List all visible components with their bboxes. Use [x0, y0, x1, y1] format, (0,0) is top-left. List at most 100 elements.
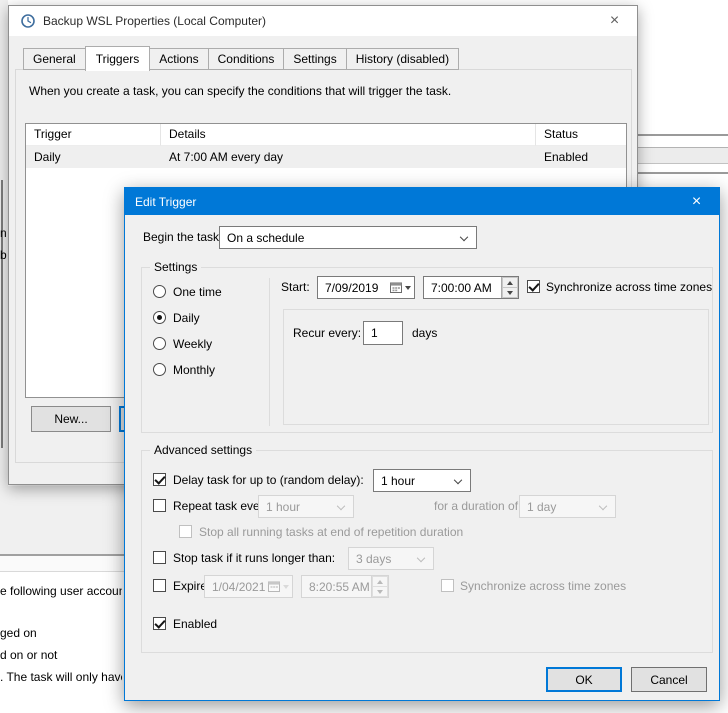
duration-select[interactable]: 1 day	[519, 495, 616, 518]
radio-one-time[interactable]	[153, 285, 166, 298]
cancel-button[interactable]: Cancel	[631, 667, 707, 692]
main-window-light-band	[0, 556, 124, 571]
recur-unit-label: days	[412, 326, 437, 340]
dropdown-arrow-icon	[405, 286, 411, 290]
recur-every-input[interactable]: 1	[363, 321, 403, 345]
radio-one-time-label[interactable]: One time	[173, 285, 222, 299]
repeat-task-checkbox[interactable]	[153, 499, 166, 512]
tab-general[interactable]: General	[23, 48, 86, 70]
chevron-down-icon	[460, 232, 468, 240]
expire-time-value: 8:20:55 AM	[302, 576, 371, 597]
sync-timezones-label[interactable]: Synchronize across time zones	[546, 280, 712, 294]
close-icon[interactable]: ×	[592, 6, 637, 36]
properties-title: Backup WSL Properties (Local Computer)	[9, 14, 266, 28]
stop-all-tasks-checkbox[interactable]	[179, 525, 192, 538]
delay-task-value: 1 hour	[381, 474, 415, 488]
settings-group-label: Settings	[150, 260, 201, 274]
expire-sync-label: Synchronize across time zones	[460, 579, 626, 593]
start-time-spinner[interactable]: 7:00:00 AM	[423, 276, 519, 299]
properties-titlebar[interactable]: Backup WSL Properties (Local Computer) ×	[9, 6, 637, 36]
duration-label: for a duration of:	[434, 499, 521, 513]
radio-daily-label[interactable]: Daily	[173, 311, 200, 325]
calendar-icon	[265, 576, 292, 597]
column-header-details[interactable]: Details	[161, 124, 536, 146]
main-window-pane-divider	[1, 180, 3, 448]
stop-task-select[interactable]: 3 days	[348, 547, 434, 570]
details-pane-text: ged on	[0, 626, 122, 640]
start-date-picker[interactable]: 7/09/2019	[317, 276, 415, 299]
repeat-interval-select[interactable]: 1 hour	[258, 495, 354, 518]
begin-task-label: Begin the task:	[143, 230, 222, 244]
column-header-trigger[interactable]: Trigger	[26, 124, 161, 146]
stop-task-value: 3 days	[356, 552, 391, 566]
tab-conditions[interactable]: Conditions	[208, 48, 285, 70]
background-text-fragment: n	[0, 226, 7, 240]
tab-triggers[interactable]: Triggers	[85, 46, 151, 71]
table-row[interactable]: Daily At 7:00 AM every day Enabled	[26, 146, 626, 168]
triggers-description: When you create a task, you can specify …	[29, 84, 451, 98]
tab-settings[interactable]: Settings	[283, 48, 346, 70]
radio-weekly[interactable]	[153, 337, 166, 350]
tab-actions[interactable]: Actions	[149, 48, 208, 70]
spinner	[501, 277, 518, 298]
main-window-lower-band	[0, 486, 124, 554]
column-header-status[interactable]: Status	[536, 124, 626, 146]
delay-task-select[interactable]: 1 hour	[373, 469, 471, 492]
task-details-pane: e following user accoun ged on d on or n…	[0, 572, 124, 713]
table-header-row: Trigger Details Status	[26, 124, 626, 146]
calendar-icon[interactable]	[386, 277, 414, 298]
radio-monthly[interactable]	[153, 363, 166, 376]
duration-value: 1 day	[527, 500, 556, 514]
main-window-row-line	[630, 163, 728, 164]
clock-icon	[21, 14, 35, 28]
new-button[interactable]: New...	[31, 406, 111, 432]
main-window-row-line	[630, 172, 728, 174]
advanced-settings-label: Advanced settings	[150, 443, 256, 457]
stop-task-checkbox[interactable]	[153, 551, 166, 564]
stop-task-label[interactable]: Stop task if it runs longer than:	[173, 551, 335, 565]
close-icon[interactable]: ×	[674, 188, 719, 215]
start-time-value: 7:00:00 AM	[424, 277, 501, 298]
spin-up-icon[interactable]	[502, 277, 518, 288]
radio-weekly-label[interactable]: Weekly	[173, 337, 212, 351]
tab-history[interactable]: History (disabled)	[346, 48, 459, 70]
expire-date-value: 1/04/2021	[205, 576, 265, 597]
sync-timezones-checkbox[interactable]	[527, 280, 540, 293]
main-window-row-band	[630, 148, 728, 163]
delay-task-checkbox[interactable]	[153, 473, 166, 486]
delay-task-label[interactable]: Delay task for up to (random delay):	[173, 473, 364, 487]
chevron-down-icon	[599, 501, 607, 509]
start-date-value: 7/09/2019	[318, 277, 386, 298]
radio-daily[interactable]	[153, 311, 166, 324]
details-pane-text: d on or not	[0, 648, 122, 662]
ok-button[interactable]: OK	[546, 667, 622, 692]
spinner	[371, 576, 388, 597]
tab-strip: General Triggers Actions Conditions Sett…	[23, 48, 459, 70]
repeat-interval-value: 1 hour	[266, 500, 300, 514]
dropdown-arrow-icon	[283, 585, 289, 589]
recur-every-label: Recur every:	[293, 326, 361, 340]
edit-trigger-titlebar[interactable]: Edit Trigger ×	[125, 188, 719, 215]
edit-trigger-dialog: Edit Trigger × Begin the task: On a sche…	[124, 187, 720, 701]
expire-date-picker[interactable]: 1/04/2021	[204, 575, 293, 598]
spin-down-icon[interactable]	[502, 288, 518, 298]
expire-sync-checkbox[interactable]	[441, 579, 454, 592]
chevron-down-icon	[454, 475, 462, 483]
settings-separator	[269, 278, 270, 426]
details-pane-text: e following user accoun	[0, 584, 122, 598]
radio-monthly-label[interactable]: Monthly	[173, 363, 215, 377]
begin-task-select[interactable]: On a schedule	[219, 226, 477, 249]
edit-trigger-title: Edit Trigger	[125, 195, 196, 209]
expire-time-spinner[interactable]: 8:20:55 AM	[301, 575, 389, 598]
cell-status: Enabled	[536, 150, 626, 164]
details-pane-text: . The task will only have	[0, 670, 122, 684]
stop-all-tasks-label: Stop all running tasks at end of repetit…	[199, 525, 463, 539]
enabled-checkbox[interactable]	[153, 617, 166, 630]
chevron-down-icon	[417, 553, 425, 561]
cell-trigger: Daily	[26, 150, 161, 164]
background-text-fragment: b	[0, 248, 7, 262]
chevron-down-icon	[337, 501, 345, 509]
spin-down-icon	[372, 587, 388, 597]
enabled-label[interactable]: Enabled	[173, 617, 217, 631]
expire-checkbox[interactable]	[153, 579, 166, 592]
